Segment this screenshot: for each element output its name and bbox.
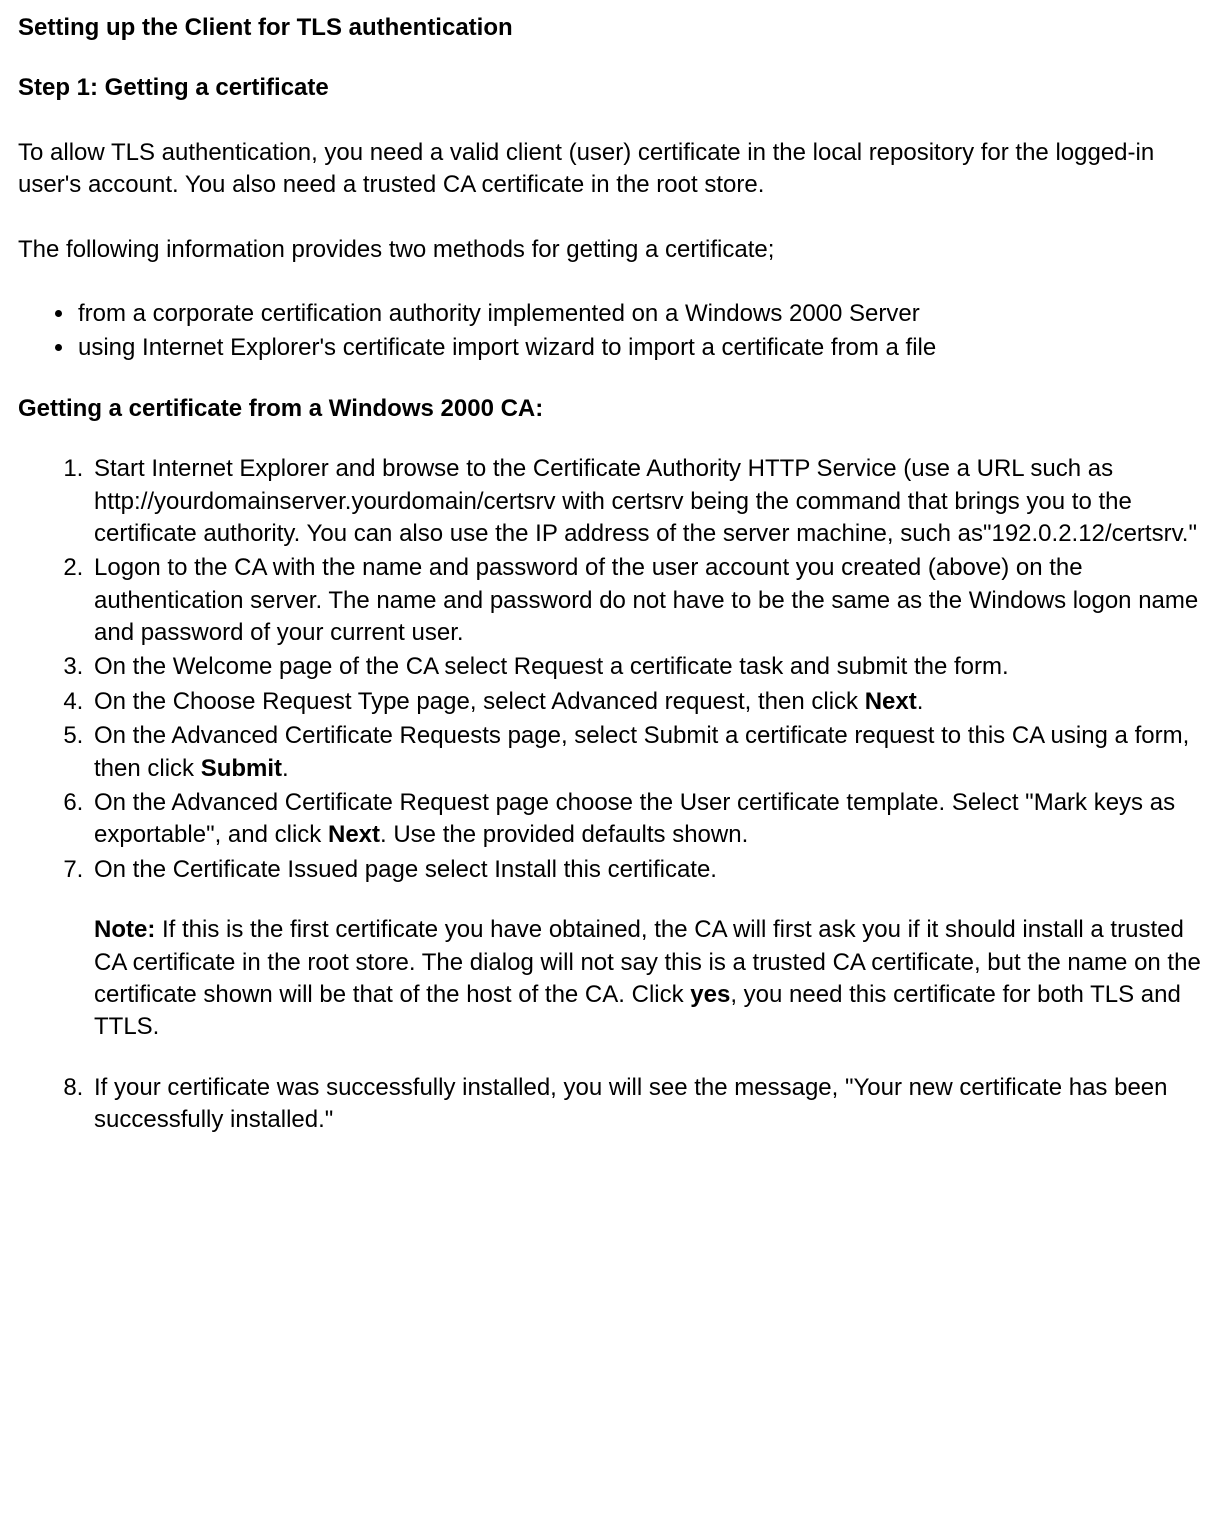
intro-paragraph-1: To allow TLS authentication, you need a … [18, 137, 1207, 202]
step-text: . Use the provided defaults shown. [380, 821, 748, 848]
bold-text: Submit [201, 755, 282, 782]
bold-text: Next [328, 821, 380, 848]
methods-list: from a corporate certification authority… [18, 298, 1207, 365]
list-item: On the Choose Request Type page, select … [90, 686, 1207, 718]
list-item: On the Advanced Certificate Requests pag… [90, 720, 1207, 785]
sub-heading: Getting a certificate from a Windows 200… [18, 393, 1207, 425]
step-text: . [917, 688, 924, 715]
list-item: Logon to the CA with the name and passwo… [90, 552, 1207, 649]
step-heading: Step 1: Getting a certificate [18, 72, 1207, 104]
list-item: from a corporate certification authority… [76, 298, 1207, 330]
list-item: On the Advanced Certificate Request page… [90, 787, 1207, 852]
intro-paragraph-2: The following information provides two m… [18, 234, 1207, 266]
step-text: On the Choose Request Type page, select … [94, 688, 865, 715]
note-label: Note: [94, 916, 155, 943]
steps-list: Start Internet Explorer and browse to th… [18, 453, 1207, 1136]
list-item: Start Internet Explorer and browse to th… [90, 453, 1207, 550]
step-text: . [282, 755, 289, 782]
list-item: On the Certificate Issued page select In… [90, 854, 1207, 1044]
list-item: If your certificate was successfully ins… [90, 1072, 1207, 1137]
page-title: Setting up the Client for TLS authentica… [18, 12, 1207, 44]
note-block: Note: If this is the first certificate y… [94, 914, 1207, 1044]
bold-text: Next [865, 688, 917, 715]
list-item: On the Welcome page of the CA select Req… [90, 651, 1207, 683]
bold-text: yes [690, 981, 730, 1008]
list-item: using Internet Explorer's certificate im… [76, 332, 1207, 364]
step-text: On the Certificate Issued page select In… [94, 856, 717, 883]
